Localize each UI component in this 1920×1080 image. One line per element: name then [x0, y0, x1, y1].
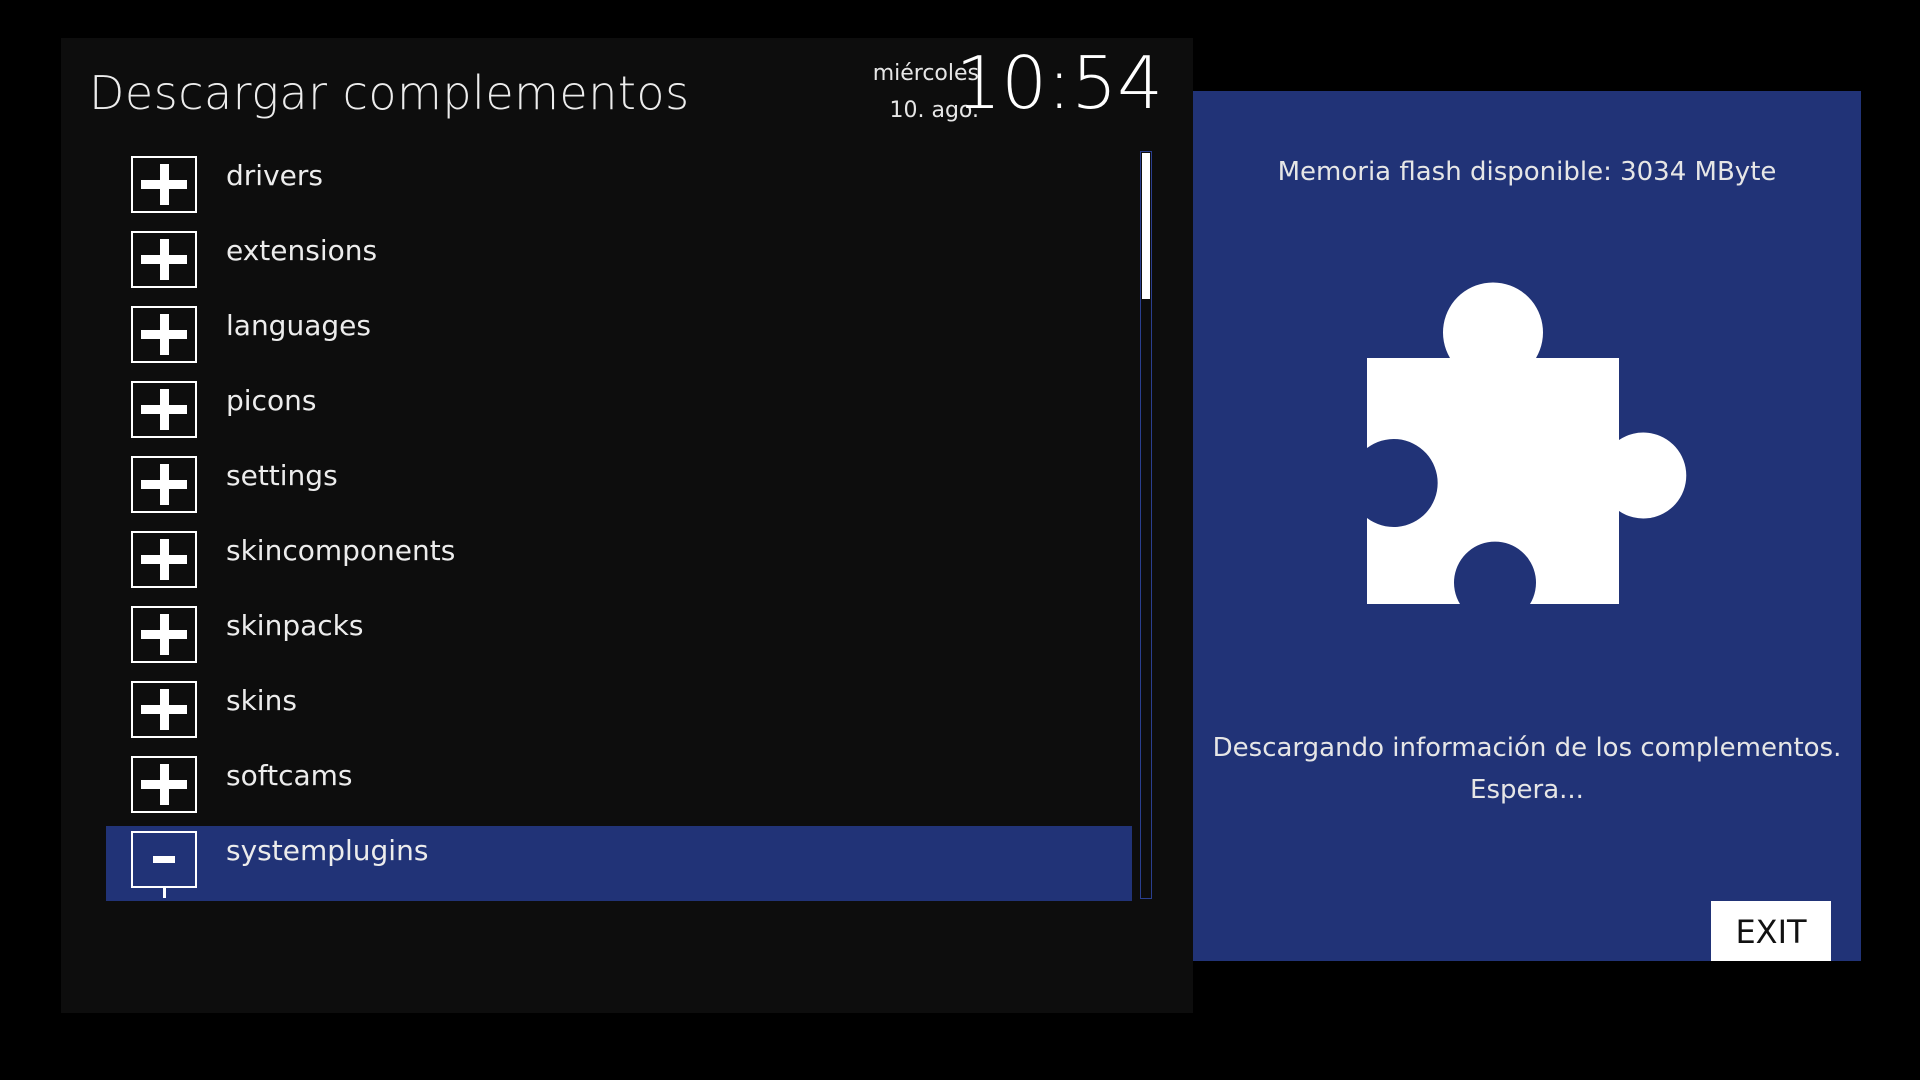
puzzle-piece-icon — [1367, 282, 1687, 604]
addon-browser-panel: Descargar complementos miércoles 10. ago… — [61, 38, 1193, 1013]
list-item-label: skins — [226, 684, 297, 717]
list-item-extensions[interactable]: extensions — [106, 226, 1132, 301]
flash-memory-label: Memoria flash disponible: 3034 MByte — [1277, 157, 1777, 187]
list-item-label: extensions — [226, 234, 378, 267]
plus-icon — [131, 231, 197, 288]
list-item-softcams[interactable]: softcams — [106, 751, 1132, 826]
plus-icon — [131, 606, 197, 663]
list-item-settings[interactable]: settings — [106, 451, 1132, 526]
status-line-2: Espera... — [1470, 775, 1584, 805]
plus-icon — [131, 456, 197, 513]
list-item-label: skincomponents — [226, 534, 456, 567]
list-item-skins[interactable]: skins — [106, 676, 1132, 751]
minus-icon — [131, 831, 197, 898]
list-item-picons[interactable]: picons — [106, 376, 1132, 451]
plus-icon — [131, 156, 197, 213]
exit-button[interactable]: EXIT — [1711, 901, 1831, 961]
addon-category-list: drivers extensions languages picons sett… — [106, 151, 1132, 901]
list-item-label: softcams — [226, 759, 353, 792]
list-item-label: languages — [226, 309, 371, 342]
plus-icon — [131, 756, 197, 813]
status-line-1: Descargando información de los complemen… — [1212, 733, 1842, 763]
info-panel: Memoria flash disponible: 3034 MByte Des… — [1193, 91, 1861, 961]
plus-icon — [131, 381, 197, 438]
list-item-systemplugins[interactable]: systemplugins — [106, 826, 1132, 901]
page-title: Descargar complementos — [89, 66, 690, 120]
list-item-label: skinpacks — [226, 609, 364, 642]
list-item-skincomponents[interactable]: skincomponents — [106, 526, 1132, 601]
download-status: Descargando información de los complemen… — [1193, 727, 1861, 811]
plus-icon — [131, 681, 197, 738]
list-item-drivers[interactable]: drivers — [106, 151, 1132, 226]
plus-icon — [131, 306, 197, 363]
list-item-label: drivers — [226, 159, 323, 192]
plus-icon — [131, 531, 197, 588]
list-item-label: systemplugins — [226, 834, 429, 867]
list-scrollbar[interactable] — [1140, 151, 1152, 899]
list-item-label: picons — [226, 384, 317, 417]
list-item-languages[interactable]: languages — [106, 301, 1132, 376]
list-item-label: settings — [226, 459, 338, 492]
clock: 10:54 — [955, 41, 1164, 125]
list-item-skinpacks[interactable]: skinpacks — [106, 601, 1132, 676]
scrollbar-thumb[interactable] — [1142, 153, 1150, 299]
